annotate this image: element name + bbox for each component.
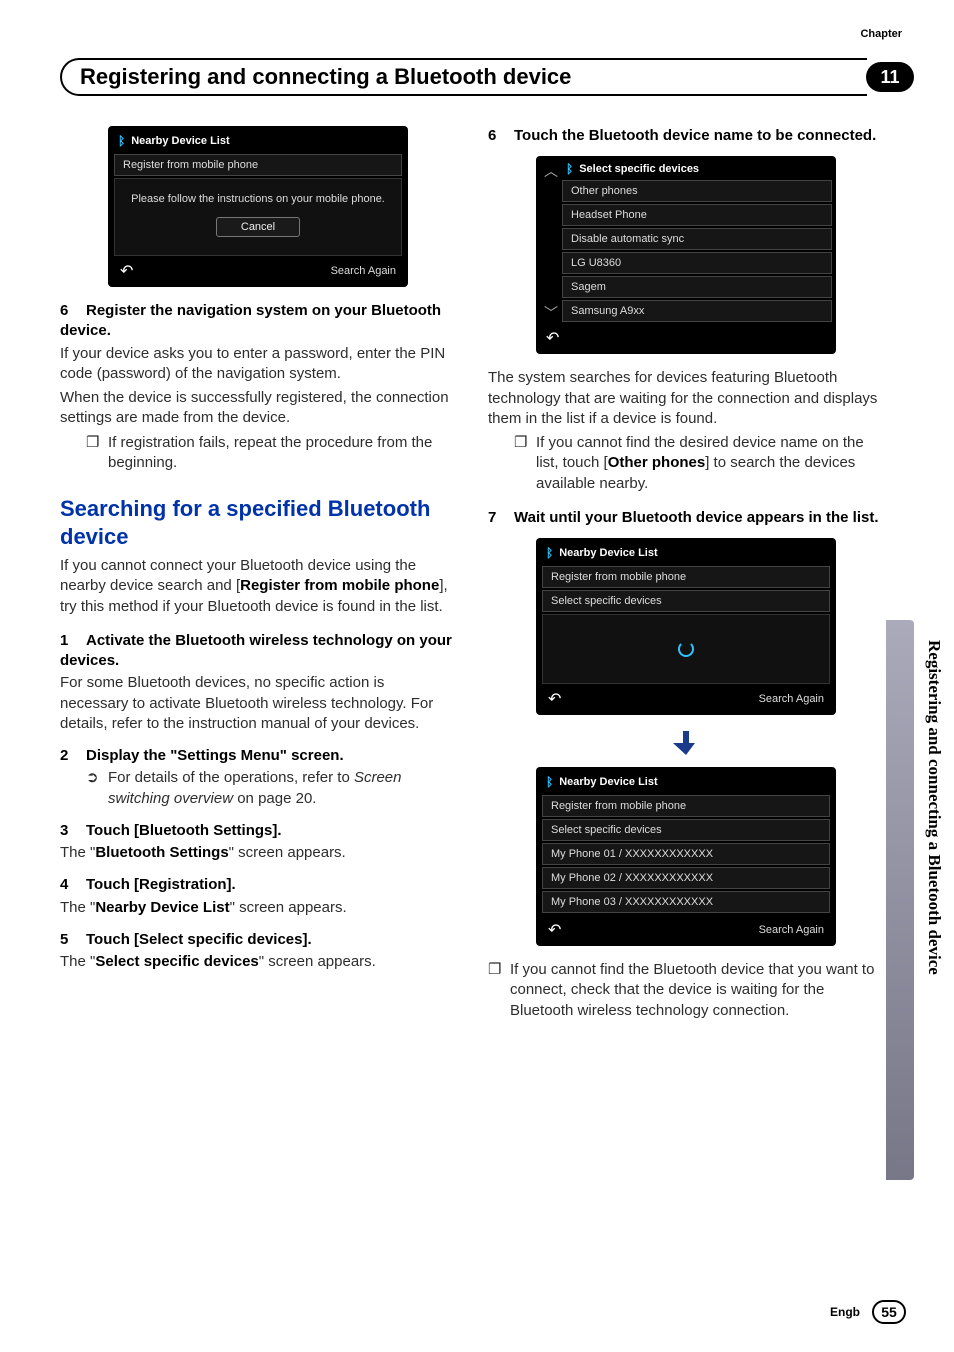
lang-label: Engb [830,1305,860,1319]
header-row: Registering and connecting a Bluetooth d… [60,58,914,96]
chapter-label: Chapter [860,28,902,40]
search-again-button[interactable]: Search Again [759,693,824,705]
flow-arrow [488,729,884,757]
right-bullet: ❐If you cannot find the desired device n… [514,433,884,494]
step6-head: 6Register the navigation system on your … [60,301,456,342]
chapter-number-pill: 11 [866,62,914,92]
device-item[interactable]: LG U8360 [562,252,832,274]
bluetooth-icon: ᛒ [566,162,573,176]
back-icon[interactable]: ↶ [120,261,133,281]
bluetooth-icon: ᛒ [118,134,125,148]
intro-para: If you cannot connect your Bluetooth dev… [60,556,456,617]
ss1-message: Please follow the instructions on your m… [114,178,402,256]
page-footer: Engb 55 [830,1300,906,1324]
screenshot-register-prompt: ᛒ Nearby Device List Register from mobile… [108,126,408,287]
step2-ref: ➲For details of the operations, refer to… [86,768,456,809]
step4-p: The "Nearby Device List" screen appears. [60,898,456,918]
back-icon[interactable]: ↶ [548,689,561,709]
device-item[interactable]: My Phone 03 / XXXXXXXXXXXX [542,891,830,913]
step5-head: 5Touch [Select specific devices]. [60,930,456,950]
screenshot-searching: ᛒ Nearby Device List Register from mobile… [536,538,836,715]
bluetooth-icon: ᛒ [546,546,553,560]
step7-head: 7Wait until your Bluetooth device appear… [488,508,884,528]
step1-head: 1Activate the Bluetooth wireless technol… [60,631,456,672]
ss4-title: Nearby Device List [559,776,657,788]
ss1-title: Nearby Device List [131,135,229,147]
search-again-button[interactable]: Search Again [759,924,824,936]
search-again-button[interactable]: Search Again [331,265,396,277]
step6-bullet: ❐If registration fails, repeat the proce… [86,433,456,474]
left-column: ᛒ Nearby Device List Register from mobile… [60,126,456,1025]
device-item[interactable]: Headset Phone [562,204,832,226]
header-band: Registering and connecting a Bluetooth d… [60,58,867,96]
device-item[interactable]: My Phone 01 / XXXXXXXXXXXX [542,843,830,865]
ss3-title: Nearby Device List [559,547,657,559]
link-icon: ➲ [86,768,108,809]
scroll-down-icon[interactable]: ﹀ [544,306,558,320]
step3-head: 3Touch [Bluetooth Settings]. [60,821,456,841]
ss4-row1[interactable]: Register from mobile phone [542,795,830,817]
step6-p1: If your device asks you to enter a passw… [60,344,456,385]
note-icon: ❐ [514,433,536,494]
device-item[interactable]: Sagem [562,276,832,298]
device-item[interactable]: Other phones [562,180,832,202]
note-icon: ❐ [86,433,108,474]
right-column: 6Touch the Bluetooth device name to be c… [488,126,914,1025]
page-number: 55 [872,1300,906,1324]
right-last-bullet: ❐If you cannot find the Bluetooth device… [488,960,884,1021]
side-tab-bg [886,620,914,1180]
step3-p: The "Bluetooth Settings" screen appears. [60,843,456,863]
ss1-cancel-button[interactable]: Cancel [216,217,300,237]
arrow-down-icon [672,729,700,757]
ss2-title: Select specific devices [579,163,699,175]
step4-head: 4Touch [Registration]. [60,875,456,895]
step2-head: 2Display the "Settings Menu" screen. [60,746,456,766]
section-title-searching: Searching for a specified Bluetooth devi… [60,495,456,550]
side-tab-text: Registering and connecting a Bluetooth d… [924,640,944,975]
step1-p: For some Bluetooth devices, no specific … [60,673,456,734]
device-item[interactable]: Disable automatic sync [562,228,832,250]
screenshot-device-list: ︿ ﹀ ᛒ Select specific devices Other phone… [536,156,836,354]
spinner-icon [678,641,694,657]
ss3-row1[interactable]: Register from mobile phone [542,566,830,588]
ss1-row[interactable]: Register from mobile phone [114,154,402,176]
step6b-head: 6Touch the Bluetooth device name to be c… [488,126,884,146]
ss1-message-text: Please follow the instructions on your m… [123,193,393,205]
scroll-up-icon[interactable]: ︿ [544,164,558,178]
note-icon: ❐ [488,960,510,1021]
loading-box [542,614,830,684]
bluetooth-icon: ᛒ [546,775,553,789]
back-icon[interactable]: ↶ [548,920,561,940]
step6-p2: When the device is successfully register… [60,388,456,429]
header-title: Registering and connecting a Bluetooth d… [80,64,571,90]
device-item[interactable]: My Phone 02 / XXXXXXXXXXXX [542,867,830,889]
ss4-row2[interactable]: Select specific devices [542,819,830,841]
right-para: The system searches for devices featurin… [488,368,884,429]
device-item[interactable]: Samsung A9xx [562,300,832,322]
ss3-row2[interactable]: Select specific devices [542,590,830,612]
back-icon[interactable]: ↶ [546,328,559,348]
screenshot-found-devices: ᛒ Nearby Device List Register from mobile… [536,767,836,946]
step5-p: The "Select specific devices" screen app… [60,952,456,972]
